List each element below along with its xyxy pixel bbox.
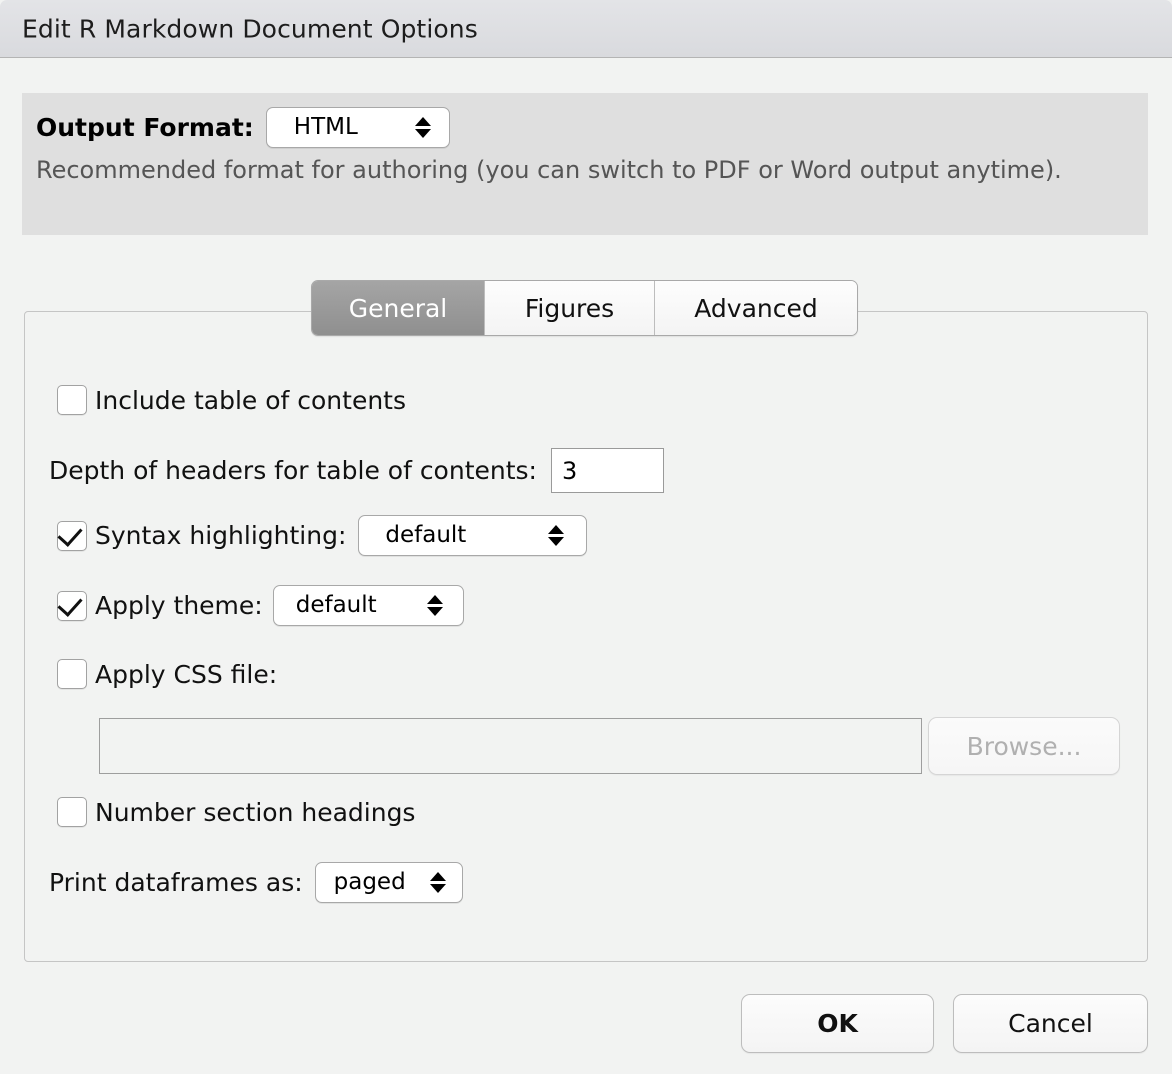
syntax-highlighting-row: Syntax highlighting: default	[57, 515, 587, 556]
apply-theme-select[interactable]: default	[273, 585, 464, 626]
number-sections-checkbox[interactable]	[57, 797, 87, 827]
stepper-updown-icon	[415, 117, 431, 138]
toc-depth-label: Depth of headers for table of contents:	[49, 456, 537, 485]
options-tabbar: General Figures Advanced	[311, 280, 858, 336]
syntax-highlighting-checkbox[interactable]	[57, 521, 87, 551]
syntax-highlighting-value: default	[385, 524, 466, 547]
browse-button[interactable]: Browse...	[928, 717, 1120, 775]
include-toc-checkbox[interactable]	[57, 385, 87, 415]
toc-depth-row: Depth of headers for table of contents: …	[49, 448, 664, 493]
dialog-window: Edit R Markdown Document Options Output …	[0, 0, 1172, 1074]
stepper-updown-icon	[548, 525, 564, 546]
apply-theme-row: Apply theme: default	[57, 585, 464, 626]
output-format-row: Output Format: HTML	[36, 105, 1130, 149]
stepper-updown-icon	[427, 595, 443, 616]
toc-depth-input[interactable]: 3	[551, 448, 664, 493]
tab-advanced[interactable]: Advanced	[655, 281, 857, 335]
apply-css-checkbox[interactable]	[57, 659, 87, 689]
print-dataframes-row: Print dataframes as: paged	[49, 862, 463, 903]
dialog-titlebar: Edit R Markdown Document Options	[0, 0, 1172, 58]
apply-css-row: Apply CSS file:	[57, 659, 277, 689]
print-dataframes-value: paged	[334, 871, 406, 894]
output-format-description: Recommended format for authoring (you ca…	[36, 151, 1130, 189]
syntax-highlighting-label: Syntax highlighting:	[95, 521, 346, 550]
css-file-row: Browse...	[99, 717, 1120, 775]
print-dataframes-label: Print dataframes as:	[49, 868, 303, 897]
dialog-title: Edit R Markdown Document Options	[22, 14, 478, 43]
tab-general[interactable]: General	[312, 281, 485, 335]
apply-theme-label: Apply theme:	[95, 591, 263, 620]
include-toc-label: Include table of contents	[95, 386, 406, 415]
checkmark-icon	[57, 521, 82, 547]
number-sections-row: Number section headings	[57, 797, 415, 827]
cancel-button[interactable]: Cancel	[953, 994, 1148, 1053]
print-dataframes-select[interactable]: paged	[315, 862, 463, 903]
output-format-select[interactable]: HTML	[266, 107, 450, 148]
css-path-input[interactable]	[99, 718, 922, 774]
output-format-section: Output Format: HTML Recommended format f…	[22, 93, 1148, 235]
number-sections-label: Number section headings	[95, 798, 415, 827]
ok-button[interactable]: OK	[741, 994, 934, 1053]
include-toc-row: Include table of contents	[57, 385, 406, 415]
output-format-label: Output Format:	[36, 113, 254, 142]
apply-css-label: Apply CSS file:	[95, 660, 277, 689]
syntax-highlighting-select[interactable]: default	[358, 515, 587, 556]
apply-theme-checkbox[interactable]	[57, 591, 87, 621]
stepper-updown-icon	[430, 872, 446, 893]
output-format-value: HTML	[294, 116, 358, 139]
tab-figures[interactable]: Figures	[485, 281, 655, 335]
checkmark-icon	[57, 591, 82, 617]
apply-theme-value: default	[296, 594, 377, 617]
